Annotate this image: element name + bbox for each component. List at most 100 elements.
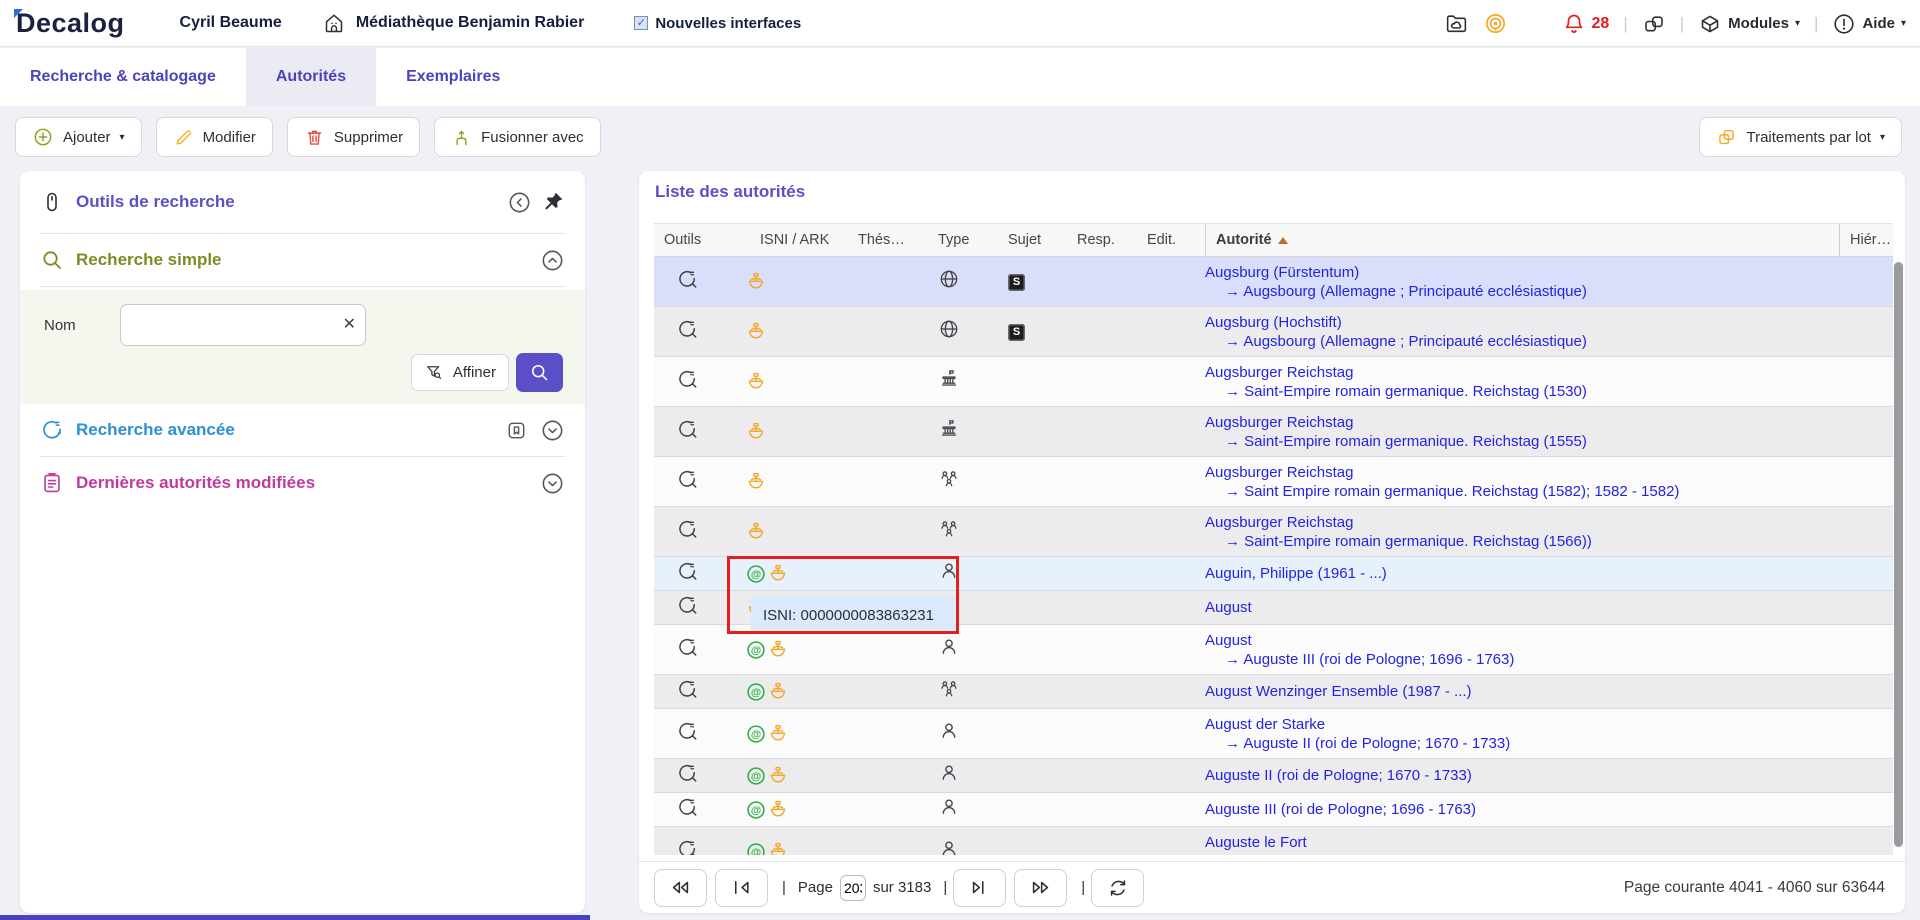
notifications-button[interactable]: 28	[1562, 12, 1610, 36]
authority-link[interactable]: Augsburg (Fürstentum)	[1205, 263, 1839, 282]
add-button[interactable]: Ajouter▾	[15, 117, 142, 157]
ark-icon[interactable]	[745, 471, 767, 493]
search-again-icon[interactable]	[676, 518, 698, 540]
authority-ref-link[interactable]: Auguste II (roi de Pologne; 1670 - 1733)	[1243, 735, 1510, 752]
table-row[interactable]: Augsburger Reichstag → Saint-Empire roma…	[654, 407, 1893, 457]
table-row[interactable]: August der Starke → Auguste II (roi de P…	[654, 709, 1893, 759]
isni-icon[interactable]	[745, 799, 767, 821]
authority-ref-link[interactable]: Saint-Empire romain germanique. Reichsta…	[1244, 383, 1587, 400]
authority-link[interactable]: Augsburg (Hochstift)	[1205, 313, 1839, 332]
col-autorite[interactable]: Autorité	[1205, 224, 1839, 256]
table-row[interactable]: S Augsburg (Fürstentum) → Augsbourg (All…	[654, 257, 1893, 307]
col-edit[interactable]: Edit.	[1147, 232, 1205, 248]
isni-icon[interactable]	[745, 841, 767, 856]
bookmark-square-icon[interactable]	[505, 419, 528, 442]
search-again-icon[interactable]	[676, 838, 698, 855]
table-row[interactable]: S Augsburg (Hochstift) → Augsbourg (Alle…	[654, 307, 1893, 357]
table-row[interactable]: Auguste II (roi de Pologne; 1670 - 1733)	[654, 759, 1893, 793]
isni-icon[interactable]	[745, 681, 767, 703]
name-input[interactable]	[120, 304, 366, 346]
ark-icon[interactable]	[745, 521, 767, 543]
col-thesaurus[interactable]: Thés…	[858, 232, 930, 248]
ark-icon[interactable]	[767, 799, 789, 821]
chevron-down-circle-icon[interactable]	[540, 471, 565, 496]
ark-icon[interactable]	[745, 271, 767, 293]
beacon-icon[interactable]	[1483, 11, 1508, 36]
search-again-icon[interactable]	[676, 636, 698, 658]
batch-processing-button[interactable]: Traitements par lot▾	[1699, 117, 1902, 157]
link-icon[interactable]	[1642, 12, 1666, 36]
recent-authorities-section[interactable]: Dernières autorités modifiées	[20, 457, 585, 509]
refresh-button[interactable]	[1091, 869, 1144, 907]
collapse-panel-icon[interactable]	[507, 190, 532, 215]
col-isni-ark[interactable]: ISNI / ARK	[745, 232, 858, 248]
authority-link[interactable]: Augsburger Reichstag	[1205, 463, 1839, 482]
chevron-down-circle-icon[interactable]	[540, 418, 565, 443]
authority-ref-link[interactable]: Saint-Empire romain germanique. Reichsta…	[1244, 433, 1587, 450]
search-again-icon[interactable]	[676, 318, 698, 340]
authority-ref-link[interactable]: Auguste II (roi de Pologne; 1670 - 1733)	[1243, 853, 1510, 856]
search-again-icon[interactable]	[676, 762, 698, 784]
authority-link[interactable]: August	[1205, 631, 1839, 650]
refine-button[interactable]: Affiner	[411, 354, 509, 391]
authority-link[interactable]: Auguste III (roi de Pologne; 1696 - 1763…	[1205, 800, 1839, 819]
checkbox-checked-icon[interactable]: ✓	[634, 16, 648, 30]
user-name[interactable]: Cyril Beaume	[180, 14, 282, 32]
ark-icon[interactable]	[767, 563, 789, 585]
authority-link[interactable]: August	[1205, 598, 1839, 617]
ark-icon[interactable]	[745, 421, 767, 443]
search-again-icon[interactable]	[676, 594, 698, 616]
ark-icon[interactable]	[767, 841, 789, 856]
table-row[interactable]: Augsburger Reichstag → Saint-Empire roma…	[654, 357, 1893, 407]
ark-icon[interactable]	[767, 639, 789, 661]
table-row[interactable]: August Wenzinger Ensemble (1987 - ...)	[654, 675, 1893, 709]
clear-input-icon[interactable]: ✕	[343, 314, 356, 334]
help-menu[interactable]: Aide ▾	[1832, 12, 1906, 36]
merge-button[interactable]: Fusionner avec	[434, 117, 601, 157]
authority-link[interactable]: Auguin, Philippe (1961 - ...)	[1205, 564, 1839, 583]
table-row[interactable]: Auguste III (roi de Pologne; 1696 - 1763…	[654, 793, 1893, 827]
search-again-icon[interactable]	[676, 468, 698, 490]
edit-button[interactable]: Modifier	[156, 117, 273, 157]
table-row[interactable]: Augsburger Reichstag → Saint-Empire roma…	[654, 507, 1893, 557]
authority-link[interactable]: Augsburger Reichstag	[1205, 513, 1839, 532]
isni-icon[interactable]	[745, 639, 767, 661]
col-sujet[interactable]: Sujet	[1004, 232, 1077, 248]
search-again-icon[interactable]	[676, 368, 698, 390]
next-page-button[interactable]	[953, 869, 1006, 907]
col-outils[interactable]: Outils	[654, 232, 745, 248]
search-again-icon[interactable]	[676, 560, 698, 582]
modules-menu[interactable]: Modules ▾	[1698, 12, 1800, 36]
authority-link[interactable]: Augsburger Reichstag	[1205, 363, 1839, 382]
page-number-input[interactable]	[840, 875, 866, 901]
ark-icon[interactable]	[767, 765, 789, 787]
tab-exemplaires[interactable]: Exemplaires	[376, 48, 530, 106]
authority-ref-link[interactable]: Saint Empire romain germanique. Reichsta…	[1244, 483, 1679, 500]
library-selector[interactable]: Médiathèque Benjamin Rabier	[322, 11, 585, 35]
col-resp[interactable]: Resp.	[1077, 232, 1147, 248]
authority-ref-link[interactable]: Augsbourg (Allemagne ; Principauté ecclé…	[1243, 283, 1587, 300]
col-type[interactable]: Type	[930, 232, 1004, 248]
search-again-icon[interactable]	[676, 720, 698, 742]
authority-link[interactable]: August der Starke	[1205, 715, 1839, 734]
ark-icon[interactable]	[745, 371, 767, 393]
decalog-logo[interactable]: Decalog	[16, 8, 125, 39]
isni-icon[interactable]	[745, 765, 767, 787]
table-row[interactable]: Auguin, Philippe (1961 - ...)	[654, 557, 1893, 591]
search-again-icon[interactable]	[676, 796, 698, 818]
fast-forward-button[interactable]	[1014, 869, 1067, 907]
table-row[interactable]: Augsburger Reichstag → Saint Empire roma…	[654, 457, 1893, 507]
tab-autorites[interactable]: Autorités	[246, 48, 376, 106]
search-again-icon[interactable]	[676, 268, 698, 290]
authority-link[interactable]: Auguste le Fort	[1205, 833, 1839, 852]
authority-link[interactable]: Auguste II (roi de Pologne; 1670 - 1733)	[1205, 766, 1839, 785]
ark-icon[interactable]	[767, 681, 789, 703]
authority-ref-link[interactable]: Auguste III (roi de Pologne; 1696 - 1763…	[1243, 651, 1514, 668]
col-hierarchie[interactable]: Hiér…	[1839, 224, 1892, 256]
folder-cloud-icon[interactable]	[1444, 11, 1469, 36]
isni-icon[interactable]	[745, 563, 767, 585]
authority-ref-link[interactable]: Augsbourg (Allemagne ; Principauté ecclé…	[1243, 333, 1587, 350]
tab-recherche-catalogage[interactable]: Recherche & catalogage	[0, 48, 246, 106]
simple-search-section[interactable]: Recherche simple	[20, 234, 585, 286]
authority-link[interactable]: Augsburger Reichstag	[1205, 413, 1839, 432]
